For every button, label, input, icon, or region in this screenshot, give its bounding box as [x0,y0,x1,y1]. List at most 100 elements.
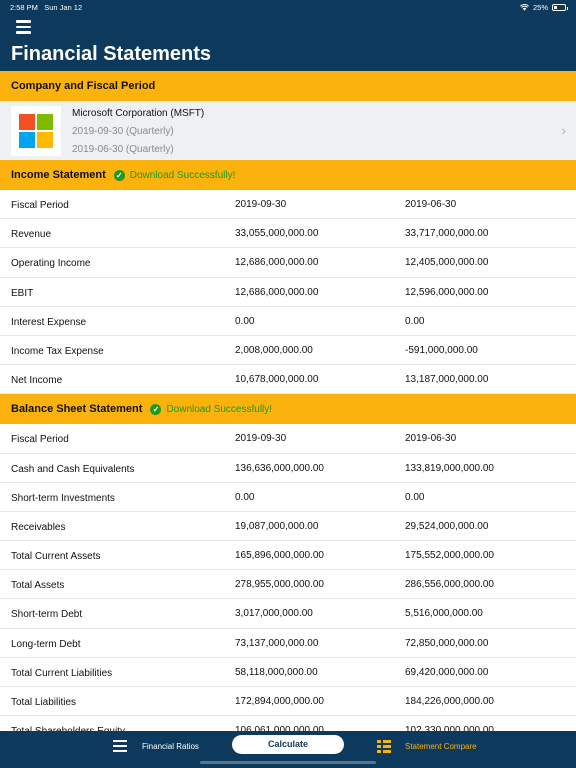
row-value-period-1: 2,008,000,000.00 [235,344,313,356]
balance-sheet-table: Fiscal Period 2019-09-30 2019-06-30 Cash an… [0,424,576,731]
row-value-period-1: 3,017,000,000.00 [235,608,313,620]
row-value-period-1: 165,896,000,000.00 [235,550,324,562]
row-label: Total Assets [11,580,65,592]
row-value-period-1: 0.00 [235,315,255,327]
table-row: Income Tax Expense 2,008,000,000.00 -591,0… [0,336,576,366]
table-row: Fiscal Period 2019-09-30 2019-06-30 [0,190,576,220]
row-label: Revenue [11,229,52,241]
row-value-period-1: 19,087,000,000.00 [235,520,319,532]
statement-compare-tab[interactable]: Statement Compare [377,740,477,753]
row-value-period-1: 2019-09-30 [235,433,287,445]
fiscal-period-2: 2019-06-30 (Quarterly) [72,144,174,155]
row-label: Short-term Debt [11,609,83,621]
row-value-period-2: -591,000,000.00 [405,344,478,356]
table-row: Total Current Liabilities 58,118,000,000.… [0,658,576,687]
fiscal-period-1: 2019-09-30 (Quarterly) [72,126,174,137]
wifi-icon [520,4,529,11]
income-status-text: Download Successfully! [129,169,236,181]
table-row: Total Liabilities 172,894,000,000.00 184,2… [0,687,576,717]
row-value-period-2: 13,187,000,000.00 [405,374,489,386]
row-label: Receivables [11,521,66,533]
grid-list-icon [377,740,391,753]
table-row: Total Assets 278,955,000,000.00 286,556,00… [0,570,576,600]
statement-compare-label: Statement Compare [405,741,477,751]
status-right: 25% [520,3,568,12]
row-value-period-1: 2019-09-30 [235,199,287,210]
row-label: Long-term Debt [11,638,81,650]
row-value-period-1: 278,955,000,000.00 [235,579,324,591]
main-content[interactable]: Company and Fiscal Period Microsoft Corp… [0,71,576,731]
row-label: Interest Expense [11,316,87,328]
table-row: Receivables 19,087,000,000.00 29,524,000,0… [0,512,576,542]
list-icon [113,740,127,752]
table-row: Total Shareholders Equity106,061,000,000… [0,716,576,731]
balance-download-status: ✓ Download Successfully! [150,403,273,415]
row-label: Operating Income [11,258,91,270]
row-value-period-2: 0.00 [405,315,425,327]
income-statement-title: Income Statement [11,169,106,181]
company-section-title: Company and Fiscal Period [11,80,156,92]
row-value-period-2: 175,552,000,000.00 [405,550,494,562]
check-icon: ✓ [150,403,162,415]
bottom-tab-bar: Financial Ratios Calculate Statement Com… [0,731,576,768]
company-selector[interactable]: Microsoft Corporation (MSFT) 2019-09-30 … [0,101,576,160]
table-row: Net Income 10,678,000,000.00 13,187,000,00… [0,365,576,395]
battery-fill [554,6,557,9]
row-value-period-1: 12,686,000,000.00 [235,257,319,269]
financial-ratios-label: Financial Ratios [142,741,199,751]
row-value-period-2: 5,516,000,000.00 [405,608,483,620]
row-value-period-2: 12,405,000,000.00 [405,257,489,269]
row-value-period-2: 0.00 [405,491,425,503]
calculate-button[interactable]: Calculate [232,735,344,754]
table-row: Cash and Cash Equivalents 136,636,000,000… [0,454,576,483]
row-value-period-2: 184,226,000,000.00 [405,696,494,707]
status-time-text: 2:58 PM [10,3,38,12]
row-value-period-2: 2019-06-30 [405,433,457,445]
status-bar: 2:58 PM Sun Jan 12 25% [0,0,576,14]
row-value-period-2: 29,524,000,000.00 [405,520,489,532]
row-label: Short-term Investments [11,492,115,504]
row-value-period-1: 73,137,000,000.00 [235,637,319,649]
income-statement-table: Fiscal Period 2019-09-30 2019-06-30 Revenue… [0,190,576,395]
company-name: Microsoft Corporation (MSFT) [72,108,205,119]
row-label: Income Tax Expense [11,345,104,357]
table-row: Total Current Assets 165,896,000,000.00 17… [0,541,576,571]
row-value-period-1: 136,636,000,000.00 [235,462,324,474]
row-label: Total Current Liabilities [11,667,113,679]
financial-ratios-tab[interactable]: Financial Ratios [113,740,199,752]
status-time: 2:58 PM Sun Jan 12 [10,3,82,12]
row-value-period-1: 58,118,000,000.00 [235,666,318,678]
status-date: Sun Jan 12 [44,3,83,12]
battery-icon [552,4,568,11]
row-value-period-1: 12,686,000,000.00 [235,286,319,298]
menu-icon[interactable] [16,20,31,34]
row-value-period-2: 33,717,000,000.00 [405,228,489,240]
row-value-period-1: 172,894,000,000.00 [235,696,324,707]
table-row: Operating Income 12,686,000,000.00 12,405,… [0,248,576,278]
check-icon: ✓ [113,169,125,181]
table-row: Short-term Investments 0.00 0.00 [0,483,576,512]
table-row: Fiscal Period 2019-09-30 2019-06-30 [0,424,576,454]
row-label: Fiscal Period [11,200,69,211]
battery-percent: 25% [532,3,548,12]
balance-sheet-header: Balance Sheet Statement ✓ Download Succes… [0,394,576,425]
row-value-period-2: 72,850,000,000.00 [405,637,489,649]
row-label: Total Current Assets [11,551,101,563]
row-value-period-2: 2019-06-30 [405,199,457,210]
balance-status-text: Download Successfully! [166,403,273,415]
income-download-status: ✓ Download Successfully! [113,169,236,181]
table-row: Short-term Debt 3,017,000,000.00 5,516,000… [0,599,576,629]
page-title: Financial Statements [11,43,212,65]
company-logo [11,106,61,156]
row-label: EBIT [11,287,34,299]
table-row: Revenue 33,055,000,000.00 33,717,000,000.0… [0,219,576,249]
row-label: Fiscal Period [11,434,69,446]
home-indicator [200,761,376,764]
row-value-period-2: 286,556,000,000.00 [405,579,494,591]
income-statement-header: Income Statement ✓ Download Successfully! [0,160,576,190]
table-row: Interest Expense 0.00 0.00 [0,307,576,336]
row-value-period-2: 133,819,000,000.00 [405,462,494,474]
row-value-period-1: 0.00 [235,491,255,503]
table-row: EBIT 12,686,000,000.00 12,596,000,000.00 [0,278,576,307]
microsoft-logo-icon [19,114,53,148]
